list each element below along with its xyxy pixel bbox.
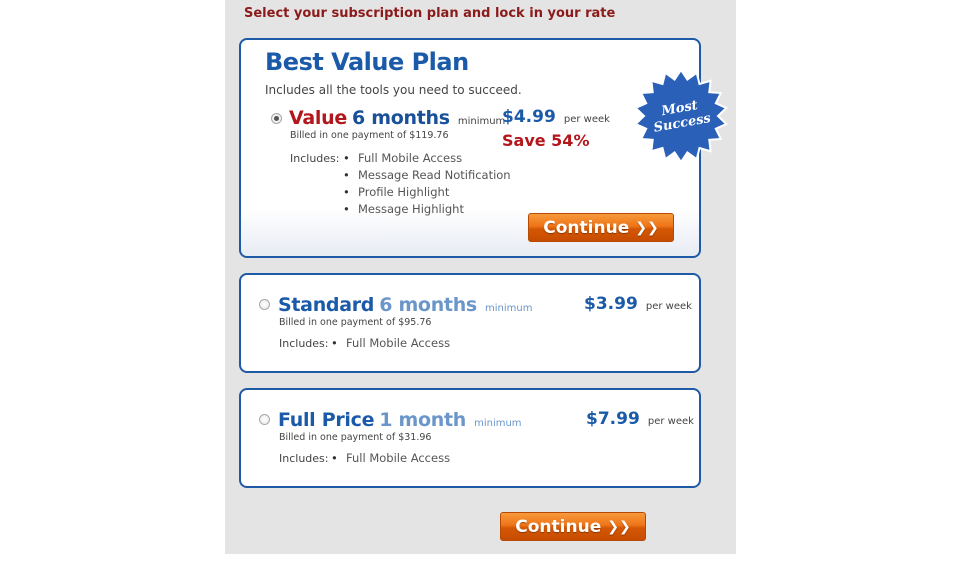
standard-plan-features: Full Mobile Access (331, 335, 450, 352)
value-plan-includes-label: Includes: (290, 152, 340, 165)
full-price-plan-name: Full Price (278, 409, 375, 431)
double-chevron-right-icon: ❯❯ (635, 219, 659, 236)
continue-label: Continue (515, 516, 602, 537)
standard-plan-duration: 6 months (379, 294, 477, 316)
value-plan-features: Full Mobile Access Message Read Notifica… (343, 150, 511, 218)
feature-item: Message Highlight (343, 201, 511, 218)
value-plan-billed: Billed in one payment of $119.76 (290, 130, 449, 141)
standard-plan-name: Standard (278, 294, 375, 316)
feature-item: Full Mobile Access (331, 450, 450, 467)
full-price-plan-minimum: minimum (474, 418, 522, 429)
most-success-badge: Most Success (633, 68, 729, 164)
standard-plan-minimum: minimum (485, 303, 533, 314)
standard-plan-radio[interactable] (259, 299, 270, 310)
full-price-plan-per-week: per week (647, 416, 694, 427)
best-value-continue-button[interactable]: Continue ❯❯ (528, 213, 674, 242)
value-plan-name: Value (289, 107, 347, 129)
continue-label: Continue (543, 217, 630, 238)
value-plan-duration: 6 months (352, 107, 450, 129)
feature-item: Full Mobile Access (343, 150, 511, 167)
best-value-title: Best Value Plan (265, 48, 469, 76)
full-price-plan-radio[interactable] (259, 414, 270, 425)
value-plan-per-week: per week (563, 114, 610, 125)
footer-continue-button[interactable]: Continue ❯❯ (500, 512, 646, 541)
full-price-plan-price: $7.99 per week (586, 409, 694, 429)
standard-plan-card[interactable]: Standard 6 months minimum Billed in one … (239, 273, 701, 373)
standard-plan-includes-label: Includes: (279, 337, 329, 350)
value-plan-radio[interactable] (271, 113, 282, 124)
feature-item: Message Read Notification (343, 167, 511, 184)
standard-plan-per-week: per week (645, 301, 692, 312)
full-price-plan-card[interactable]: Full Price 1 month minimum Billed in one… (239, 388, 701, 488)
best-value-subtitle: Includes all the tools you need to succe… (265, 83, 522, 97)
full-price-plan-includes-label: Includes: (279, 452, 329, 465)
value-plan-minimum: minimum (457, 116, 506, 127)
value-plan-savings: Save 54% (502, 131, 590, 150)
best-value-plan-card[interactable]: Best Value Plan Includes all the tools y… (239, 38, 701, 258)
value-plan-heading: Value 6 months minimum (289, 107, 505, 129)
value-plan-price: $4.99 per week (502, 107, 610, 127)
standard-plan-heading: Standard 6 months minimum (278, 294, 533, 316)
full-price-plan-price-amount: $7.99 (586, 409, 640, 429)
standard-plan-price: $3.99 per week (584, 294, 692, 314)
full-price-plan-billed: Billed in one payment of $31.96 (279, 432, 432, 443)
standard-plan-billed: Billed in one payment of $95.76 (279, 317, 432, 328)
feature-item: Full Mobile Access (331, 335, 450, 352)
double-chevron-right-icon: ❯❯ (607, 518, 631, 535)
full-price-plan-heading: Full Price 1 month minimum (278, 409, 522, 431)
full-price-plan-features: Full Mobile Access (331, 450, 450, 467)
page-heading: Select your subscription plan and lock i… (244, 6, 616, 21)
value-plan-price-amount: $4.99 (502, 107, 556, 127)
standard-plan-price-amount: $3.99 (584, 294, 638, 314)
full-price-plan-duration: 1 month (379, 409, 466, 431)
feature-item: Profile Highlight (343, 184, 511, 201)
